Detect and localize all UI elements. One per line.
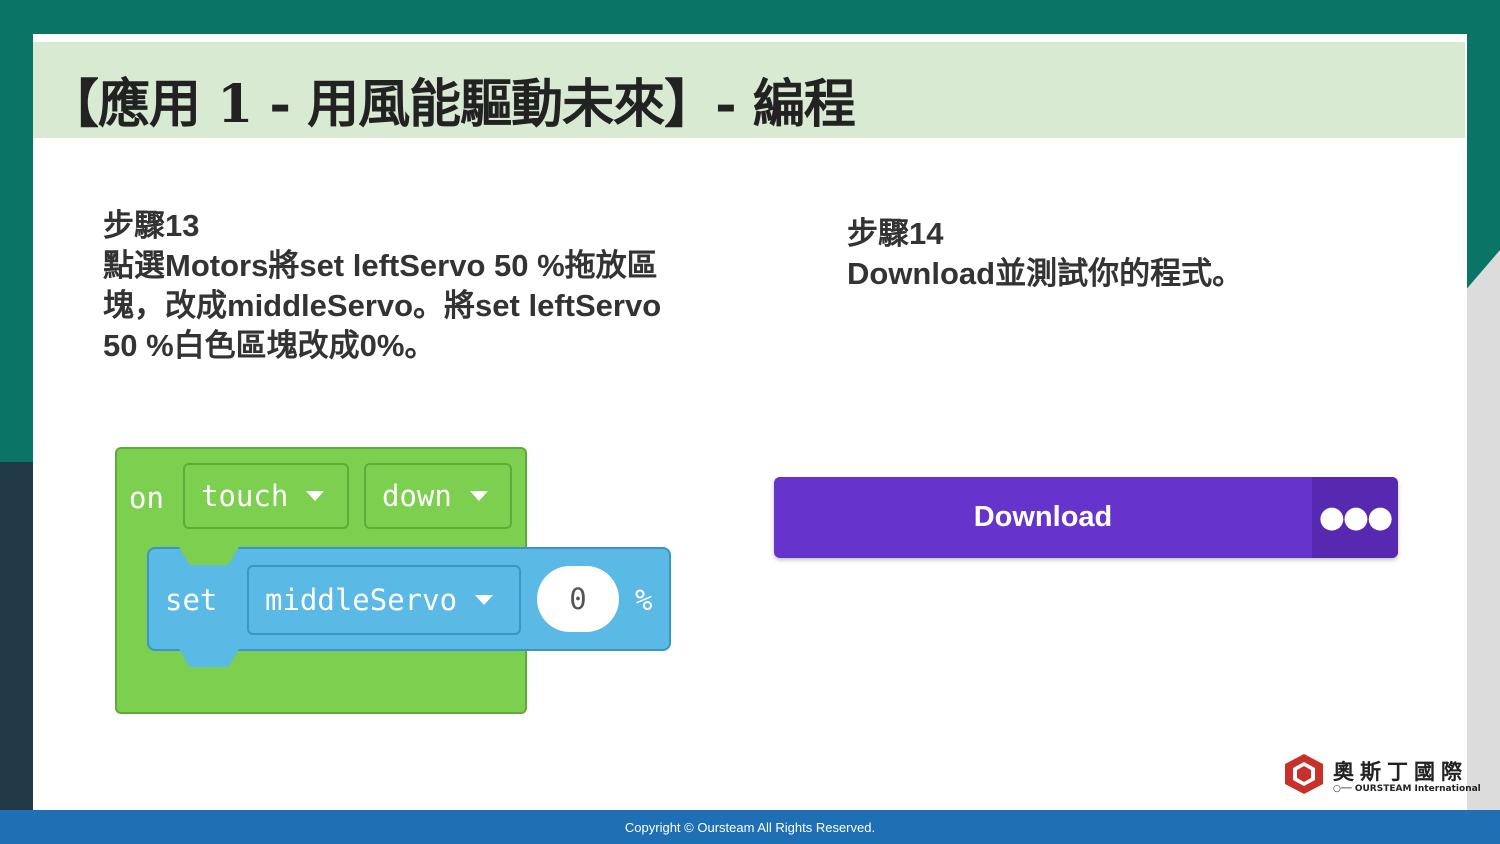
step-13-line-2: 塊，改成middleServo。將set leftServo xyxy=(103,288,662,323)
makecode-block: on touch down set middleServo 0 % xyxy=(115,447,671,714)
footer-copyright: Copyright © Oursteam All Rights Reserved… xyxy=(0,810,1500,844)
step-14-heading: 步驟14 xyxy=(847,216,944,251)
step-14-line-1: Download並測試你的程式。 xyxy=(847,256,1244,291)
state-dropdown-value: down xyxy=(382,479,452,513)
more-options-icon[interactable]: ●●● xyxy=(1312,477,1398,558)
on-label: on xyxy=(129,481,164,515)
set-label: set xyxy=(165,583,218,617)
slide: 【應用 1 - 用風能驅動未來】- 編程 步驟13 點選Motors將set l… xyxy=(33,34,1481,810)
step-13-text: 步驟13 點選Motors將set leftServo 50 %拖放區 塊，改成… xyxy=(103,206,703,366)
company-logo: 奧斯丁國際 ○── OURSTEAM International xyxy=(1283,752,1481,802)
set-servo-block[interactable]: set middleServo 0 % xyxy=(147,547,671,667)
percent-label: % xyxy=(635,583,653,617)
logo-english-name: ○── OURSTEAM International xyxy=(1333,784,1481,794)
state-dropdown[interactable]: down xyxy=(364,463,512,529)
download-button-group: Download ●●● xyxy=(774,477,1398,558)
block-notch xyxy=(179,547,239,565)
step-13-line-3: 50 %白色區塊改成0%。 xyxy=(103,328,436,363)
logo-chinese-name: 奧斯丁國際 xyxy=(1333,760,1468,784)
step-13-heading: 步驟13 xyxy=(103,208,200,243)
slide-title: 【應用 1 - 用風能驅動未來】- 編程 xyxy=(47,74,856,135)
chevron-down-icon xyxy=(306,491,325,501)
step-14-text: 步驟14 Download並測試你的程式。 xyxy=(847,214,1407,294)
chevron-down-icon xyxy=(469,491,488,501)
event-dropdown-value: touch xyxy=(201,479,289,513)
servo-dropdown-value: middleServo xyxy=(265,583,458,617)
download-button[interactable]: Download xyxy=(774,477,1312,558)
chevron-down-icon xyxy=(475,595,494,605)
value-input[interactable]: 0 xyxy=(537,566,619,632)
servo-dropdown[interactable]: middleServo xyxy=(247,565,521,635)
step-13-line-1: 點選Motors將set leftServo 50 %拖放區 xyxy=(103,248,658,283)
title-bar: 【應用 1 - 用風能驅動未來】- 編程 xyxy=(33,42,1465,138)
event-dropdown[interactable]: touch xyxy=(183,463,349,529)
cube-logo-icon xyxy=(1285,754,1323,794)
